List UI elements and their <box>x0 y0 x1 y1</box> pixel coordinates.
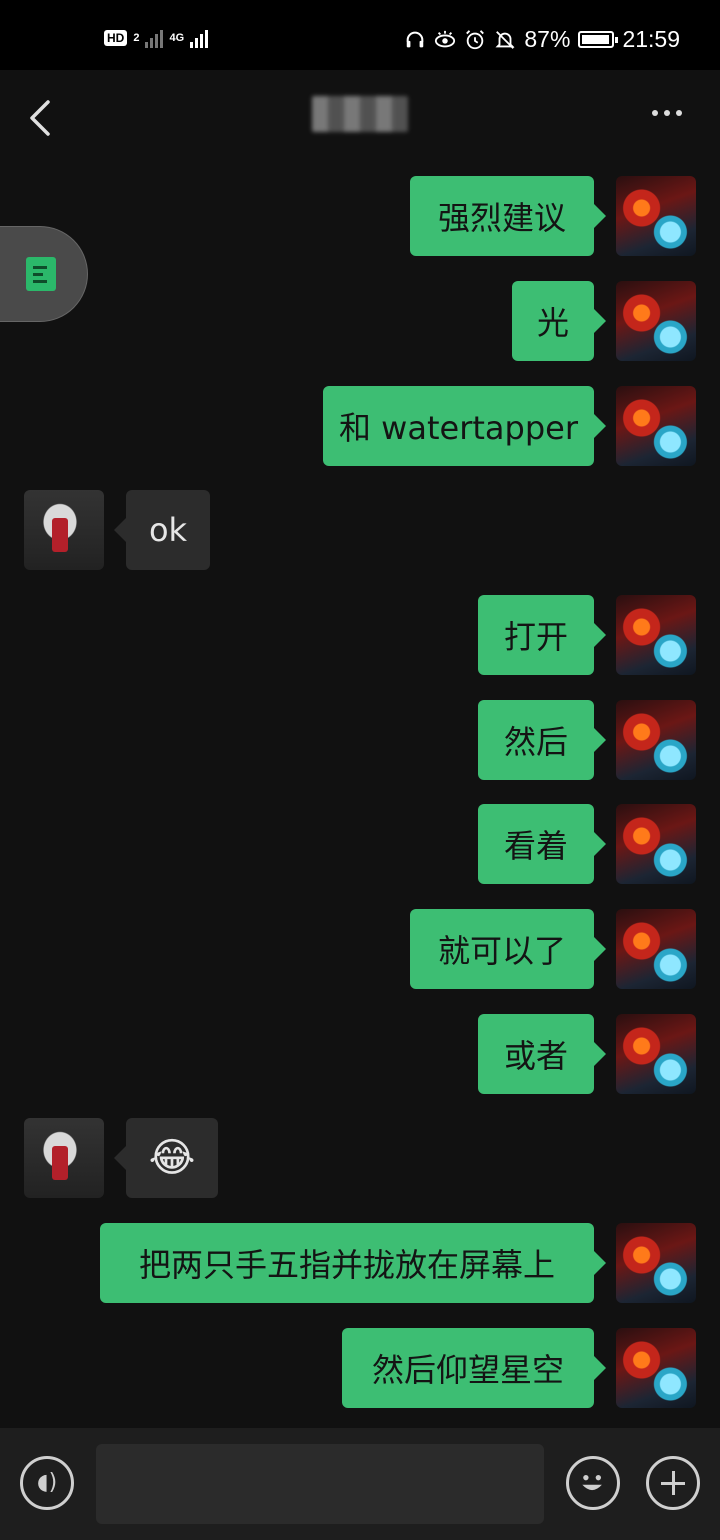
sent-message-bubble[interactable]: 把两只手五指并拢放在屏幕上 <box>100 1223 606 1303</box>
my-avatar[interactable] <box>616 1014 696 1094</box>
plus-icon[interactable] <box>646 1456 700 1510</box>
my-avatar[interactable] <box>616 595 696 675</box>
my-avatar[interactable] <box>616 700 696 780</box>
headset-icon <box>407 31 424 47</box>
sent-message-bubble[interactable]: 然后 <box>478 700 606 780</box>
my-avatar[interactable] <box>616 1223 696 1303</box>
status-right: 87% 21:59 <box>404 26 680 53</box>
sent-message-bubble[interactable]: 光 <box>512 281 606 361</box>
signal-icon-sim1 <box>145 28 164 48</box>
received-message-bubble[interactable]: 😂 <box>114 1118 218 1198</box>
more-dots-icon[interactable] <box>652 110 682 116</box>
sent-message-bubble[interactable]: 或者 <box>478 1014 606 1094</box>
signal-icon-sim2 <box>190 28 209 48</box>
my-avatar[interactable] <box>616 1328 696 1408</box>
alarm-icon <box>466 29 485 49</box>
sent-message-bubble[interactable]: 强烈建议 <box>410 176 606 256</box>
floating-note-tab[interactable] <box>0 226 88 322</box>
battery-icon <box>578 31 619 48</box>
eye-comfort-icon <box>435 30 456 47</box>
emoji-icon[interactable] <box>566 1456 620 1510</box>
contact-avatar[interactable] <box>24 490 104 570</box>
sim-number: 2 <box>133 32 140 44</box>
my-avatar[interactable] <box>616 804 696 884</box>
received-message-bubble[interactable]: ok <box>114 490 210 570</box>
status-bar: HD 2 4G 87% 21:59 <box>0 0 720 70</box>
battery-percent: 87% <box>524 26 571 52</box>
status-left: HD 2 4G <box>104 28 209 48</box>
sent-message-bubble[interactable]: 看着 <box>478 804 606 884</box>
sent-message-bubble[interactable]: 然后仰望星空 <box>342 1328 606 1408</box>
voice-icon[interactable]: ◖) <box>20 1456 74 1510</box>
message-input[interactable] <box>96 1444 544 1524</box>
hd-badge: HD <box>104 30 128 46</box>
contact-avatar[interactable] <box>24 1118 104 1198</box>
my-avatar[interactable] <box>616 386 696 466</box>
sent-message-bubble[interactable]: 打开 <box>478 595 606 675</box>
document-icon <box>26 257 56 291</box>
my-avatar[interactable] <box>616 909 696 989</box>
my-avatar[interactable] <box>616 281 696 361</box>
clock: 21:59 <box>622 26 680 52</box>
input-bar: ◖) <box>0 1428 720 1540</box>
my-avatar[interactable] <box>616 176 696 256</box>
network-type: 4G <box>169 32 185 44</box>
sent-message-bubble[interactable]: 就可以了 <box>410 909 606 989</box>
chat-header <box>0 70 720 166</box>
chat-title-obscured <box>312 96 408 132</box>
sent-message-bubble[interactable]: 和 watertapper <box>323 386 606 466</box>
back-chevron-icon[interactable] <box>24 96 60 140</box>
mute-notification-icon <box>495 30 515 49</box>
